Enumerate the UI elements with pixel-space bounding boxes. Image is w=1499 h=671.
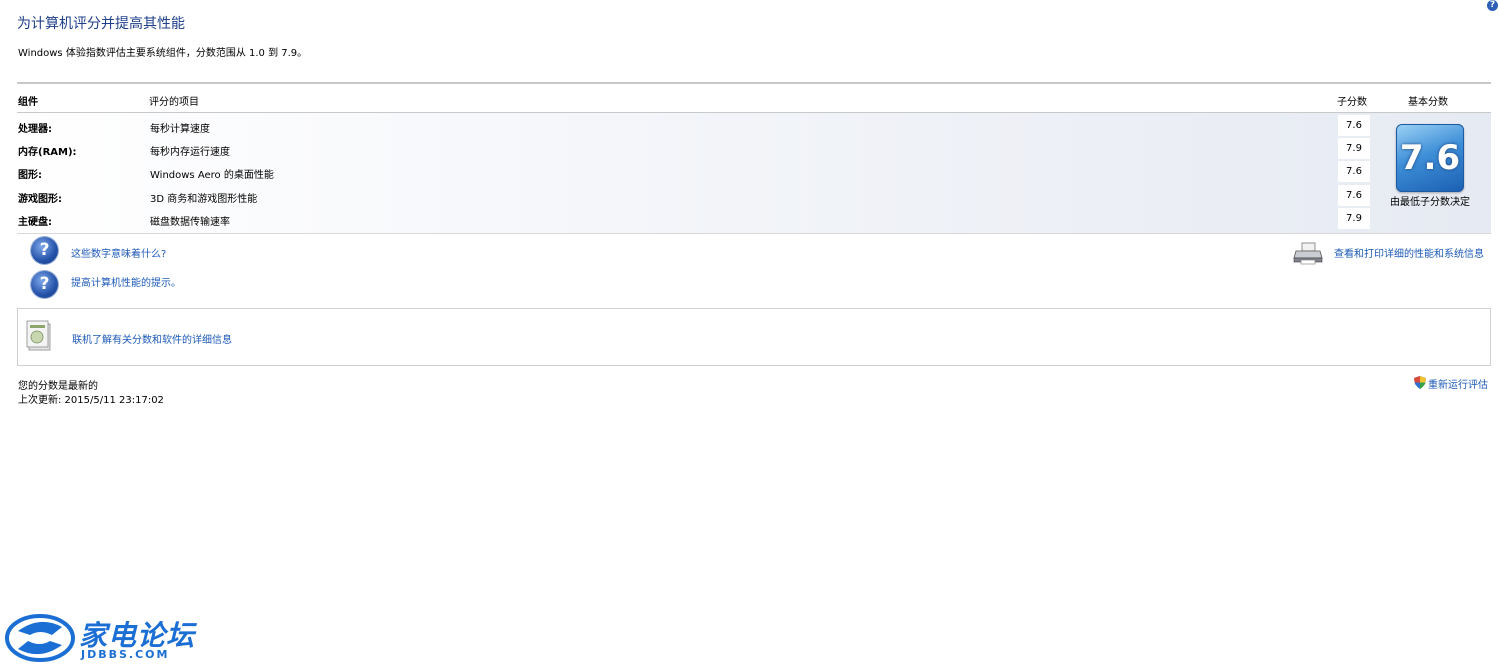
base-score-badge: 7.6 — [1396, 124, 1464, 192]
row-component: 主硬盘: — [18, 217, 52, 228]
base-score-caption: 由最低子分数决定 — [1390, 197, 1470, 208]
table-row: 图形: Windows Aero 的桌面性能 7.6 — [17, 160, 1370, 183]
column-header-rated-item: 评分的项目 — [149, 97, 199, 108]
column-header-component: 组件 — [18, 97, 38, 108]
row-component: 游戏图形: — [18, 194, 62, 205]
table-row: 处理器: 每秒计算速度 7.6 — [17, 114, 1370, 137]
online-info-box: 联机了解有关分数和软件的详细信息 — [17, 308, 1491, 366]
score-table: 组件 评分的项目 子分数 基本分数 处理器: 每秒计算速度 7.6 内存(RAM… — [17, 82, 1491, 234]
watermark-site: JDBBS.COM — [81, 648, 170, 661]
document-icon — [26, 320, 51, 351]
table-header: 组件 评分的项目 子分数 基本分数 — [17, 84, 1491, 113]
row-subscore: 7.9 — [1338, 138, 1370, 159]
table-body: 处理器: 每秒计算速度 7.6 内存(RAM): 每秒内存运行速度 7.9 图形… — [17, 113, 1491, 233]
rerun-assessment-link[interactable]: 重新运行评估 — [1428, 376, 1488, 391]
column-header-subscore: 子分数 — [1337, 97, 1367, 108]
column-header-base-score: 基本分数 — [1408, 97, 1448, 108]
row-component: 内存(RAM): — [18, 147, 77, 158]
online-info-link[interactable]: 联机了解有关分数和软件的详细信息 — [72, 331, 232, 346]
help-icon[interactable]: ? — [1487, 0, 1498, 11]
row-item: 每秒计算速度 — [150, 124, 210, 135]
row-subscore: 7.9 — [1338, 208, 1370, 229]
row-component: 处理器: — [18, 124, 52, 135]
row-subscore: 7.6 — [1338, 185, 1370, 206]
watermark-logo-icon — [5, 614, 75, 662]
status-last-updated: 上次更新: 2015/5/11 23:17:02 — [18, 395, 164, 406]
row-item: 每秒内存运行速度 — [150, 147, 230, 158]
row-item: Windows Aero 的桌面性能 — [150, 170, 274, 181]
what-numbers-mean-link[interactable]: 这些数字意味着什么? — [71, 245, 166, 260]
status-current: 您的分数是最新的 — [18, 381, 98, 392]
row-component: 图形: — [18, 170, 42, 181]
table-row: 主硬盘: 磁盘数据传输速率 7.9 — [17, 207, 1370, 230]
print-details-link[interactable]: 查看和打印详细的性能和系统信息 — [1334, 245, 1484, 260]
shield-icon[interactable] — [1414, 376, 1426, 389]
printer-icon[interactable] — [1293, 241, 1323, 265]
row-subscore: 7.6 — [1338, 161, 1370, 182]
page-subtitle: Windows 体验指数评估主要系统组件，分数范围从 1.0 到 7.9。 — [18, 48, 308, 59]
page-title: 为计算机评分并提高其性能 — [17, 16, 185, 32]
row-item: 磁盘数据传输速率 — [150, 217, 230, 228]
table-row: 内存(RAM): 每秒内存运行速度 7.9 — [17, 137, 1370, 160]
improve-tips-link[interactable]: 提高计算机性能的提示。 — [71, 274, 181, 289]
row-item: 3D 商务和游戏图形性能 — [150, 194, 258, 205]
question-icon[interactable]: ? — [31, 271, 58, 298]
row-subscore: 7.6 — [1338, 115, 1370, 136]
question-icon[interactable]: ? — [31, 237, 58, 264]
table-row: 游戏图形: 3D 商务和游戏图形性能 7.6 — [17, 184, 1370, 207]
